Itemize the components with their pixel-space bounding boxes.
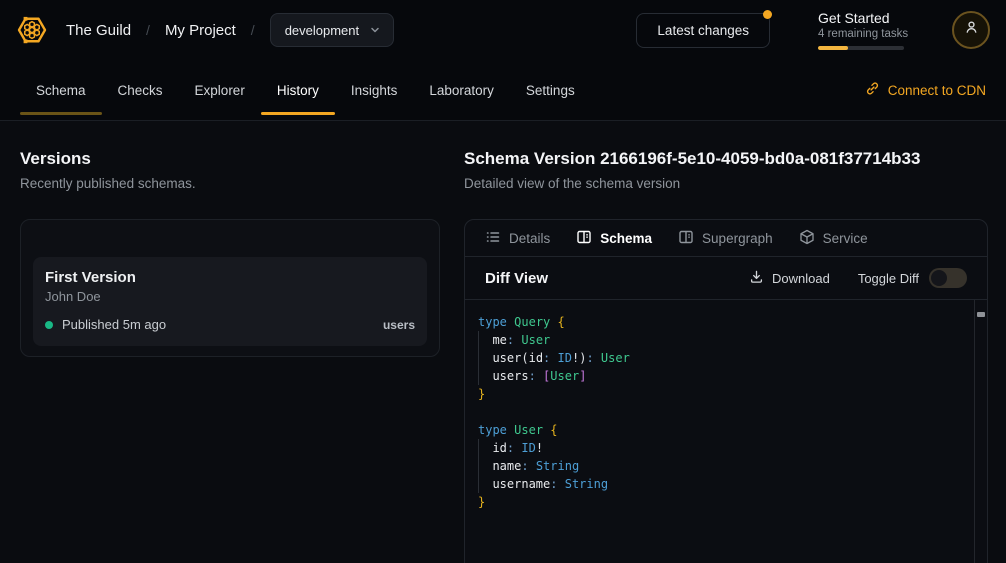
code-line: username: String — [478, 475, 967, 493]
download-label: Download — [772, 271, 830, 286]
versions-subtitle: Recently published schemas. — [20, 175, 440, 193]
tab-settings[interactable]: Settings — [510, 60, 591, 120]
versions-list: First Version John Doe Published 5m ago … — [20, 219, 440, 357]
latest-changes-label: Latest changes — [657, 23, 749, 38]
detail-tab-supergraph[interactable]: Supergraph — [678, 229, 773, 248]
code-line: users: [User] — [478, 367, 967, 385]
get-started-title: Get Started — [818, 10, 910, 26]
code-line: user(id: ID!): User — [478, 349, 967, 367]
code-line: name: String — [478, 457, 967, 475]
download-button[interactable]: Download — [749, 269, 830, 287]
breadcrumb-separator: / — [251, 22, 255, 38]
toggle-diff-label: Toggle Diff — [858, 271, 919, 286]
detail-tab-service[interactable]: Service — [799, 229, 868, 248]
detail-tab-details[interactable]: Details — [485, 229, 550, 248]
detail-tab-label: Supergraph — [702, 231, 773, 246]
person-icon — [963, 19, 980, 41]
version-name: First Version — [45, 269, 415, 286]
code-line: type User { — [478, 421, 967, 439]
get-started-subtitle: 4 remaining tasks — [818, 28, 910, 40]
list-icon — [485, 229, 501, 248]
diff-view-title: Diff View — [485, 270, 548, 287]
indent-guide — [478, 439, 479, 493]
detail-tab-label: Schema — [600, 231, 652, 246]
tab-underline — [20, 112, 102, 115]
breadcrumb-project[interactable]: My Project — [165, 22, 236, 39]
download-icon — [749, 269, 764, 287]
connect-to-cdn-label: Connect to CDN — [888, 83, 986, 98]
version-author: John Doe — [45, 289, 415, 304]
indent-guide — [478, 331, 479, 385]
tab-underline — [261, 112, 335, 115]
chevron-down-icon — [369, 24, 381, 36]
primary-nav: SchemaChecksExplorerHistoryInsightsLabor… — [0, 60, 1006, 121]
code-scrollbar[interactable] — [974, 300, 987, 563]
tab-schema[interactable]: Schema — [20, 60, 102, 120]
schema-version-title: Schema Version 2166196f-5e10-4059-bd0a-0… — [464, 148, 988, 170]
version-status-text: Published 5m ago — [62, 317, 166, 332]
cube-icon — [799, 229, 815, 248]
top-bar: The Guild / My Project / development Lat… — [0, 0, 1006, 60]
code-line — [478, 403, 967, 421]
breadcrumb-separator: / — [146, 22, 150, 38]
tab-insights[interactable]: Insights — [335, 60, 414, 120]
latest-changes-button[interactable]: Latest changes — [636, 13, 770, 48]
versions-title: Versions — [20, 148, 440, 170]
diff-toolbar: Diff View Download Toggle Diff — [465, 257, 987, 300]
code-line: type Query { — [478, 313, 967, 331]
detail-tab-label: Service — [823, 231, 868, 246]
detail-tabs: Details Schema Supergraph Service — [465, 220, 987, 257]
tab-checks[interactable]: Checks — [102, 60, 179, 120]
schema-code: type Query { me: User user(id: ID!): Use… — [465, 300, 987, 511]
code-line: id: ID! — [478, 439, 967, 457]
version-list-item[interactable]: First Version John Doe Published 5m ago … — [33, 257, 427, 346]
link-icon — [865, 81, 880, 99]
schema-version-subtitle: Detailed view of the schema version — [464, 175, 988, 193]
versions-panel: Versions Recently published schemas. Fir… — [20, 148, 440, 563]
code-scrollbar-thumb[interactable] — [977, 312, 985, 317]
notification-dot — [763, 10, 772, 19]
schema-version-detail: Schema Version 2166196f-5e10-4059-bd0a-0… — [464, 148, 988, 563]
columns-icon — [678, 229, 694, 248]
toggle-diff-switch[interactable] — [929, 268, 967, 288]
columns-icon — [576, 229, 592, 248]
tab-laboratory[interactable]: Laboratory — [413, 60, 510, 120]
hive-logo-icon[interactable] — [14, 12, 50, 48]
breadcrumb-org[interactable]: The Guild — [66, 22, 131, 39]
connect-to-cdn-button[interactable]: Connect to CDN — [865, 81, 986, 99]
schema-code-viewer[interactable]: type Query { me: User user(id: ID!): Use… — [465, 300, 987, 563]
code-line: } — [478, 385, 967, 403]
service-badge: users — [383, 318, 415, 332]
schema-detail-panel: Details Schema Supergraph Service Diff View… — [464, 219, 988, 563]
get-started-progressbar — [818, 46, 904, 50]
published-status-dot — [45, 321, 53, 329]
toggle-diff-knob — [931, 270, 947, 286]
detail-tab-schema[interactable]: Schema — [576, 229, 652, 248]
code-line: } — [478, 493, 967, 511]
main-content: Versions Recently published schemas. Fir… — [0, 121, 1006, 563]
target-selector-dropdown[interactable]: development — [270, 13, 394, 47]
user-avatar[interactable] — [952, 11, 990, 49]
primary-tabs: SchemaChecksExplorerHistoryInsightsLabor… — [20, 60, 591, 120]
detail-tab-label: Details — [509, 231, 550, 246]
target-selector-value: development — [285, 23, 359, 38]
tab-explorer[interactable]: Explorer — [179, 60, 261, 120]
code-line: me: User — [478, 331, 967, 349]
version-status-row: Published 5m ago users — [45, 317, 415, 332]
get-started-widget[interactable]: Get Started 4 remaining tasks — [818, 10, 910, 50]
get-started-progress-fill — [818, 46, 848, 50]
tab-history[interactable]: History — [261, 60, 335, 120]
